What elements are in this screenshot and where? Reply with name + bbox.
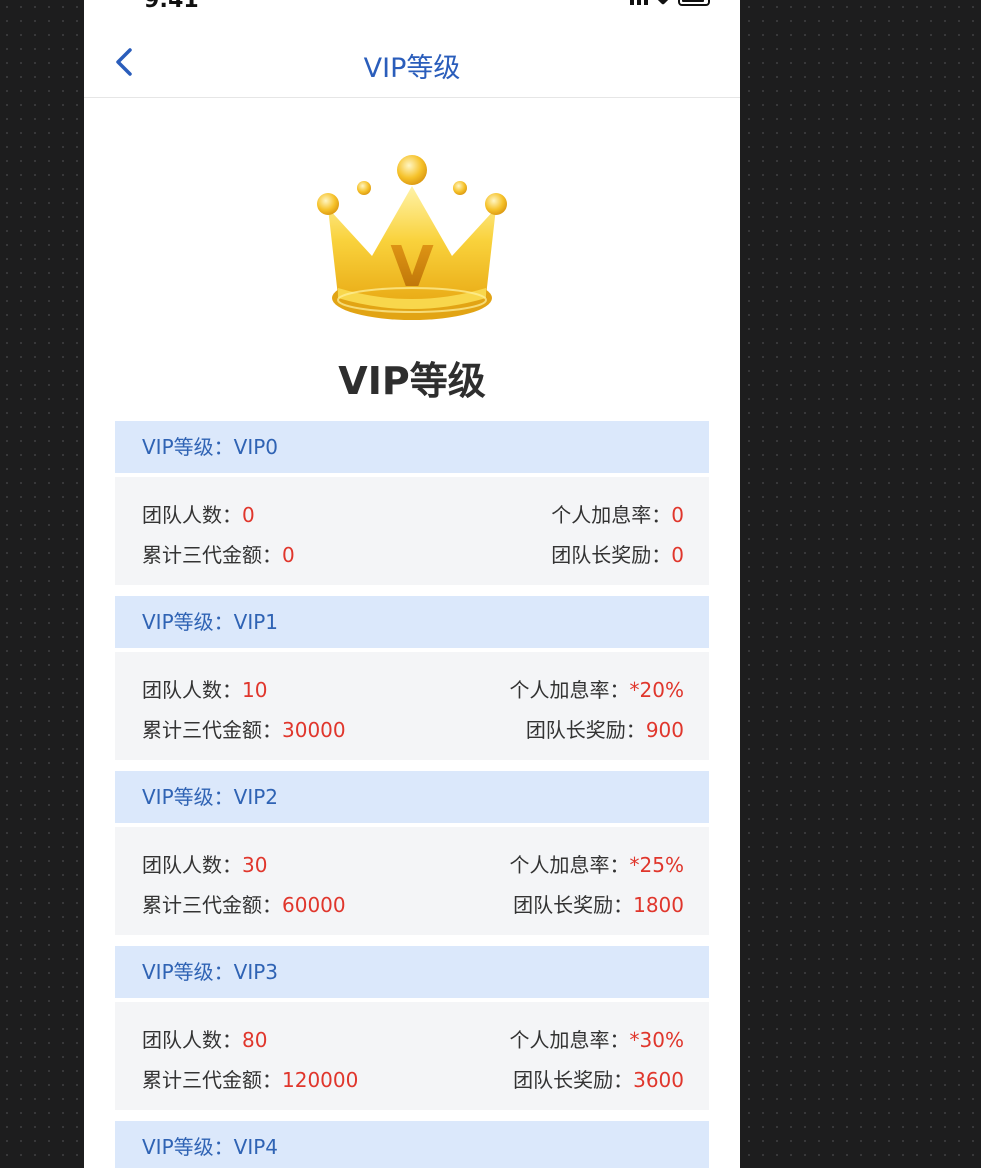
level-name: VIP1 bbox=[233, 610, 279, 634]
level-name: VIP2 bbox=[233, 785, 279, 809]
personal-rate: 个人加息率：*30% bbox=[509, 1028, 684, 1052]
page-title: VIP等级 bbox=[363, 53, 461, 84]
level-label: VIP等级： bbox=[142, 610, 234, 634]
battery-icon bbox=[678, 0, 710, 6]
vip-level-card: VIP等级：VIP4 bbox=[115, 1121, 709, 1168]
crown-icon: V bbox=[317, 155, 507, 320]
vip-level-header: VIP等级：VIP1 bbox=[115, 596, 709, 648]
level-name: VIP3 bbox=[233, 960, 279, 984]
leader-bonus: 团队长奖励：3600 bbox=[513, 1068, 684, 1092]
signal-icon bbox=[630, 0, 648, 5]
vip-level-details: 团队人数：30 个人加息率：*25% 累计三代金额：60000 团队长奖励：18… bbox=[115, 827, 709, 935]
team-count: 团队人数：30 bbox=[142, 853, 268, 877]
leader-bonus: 团队长奖励：0 bbox=[551, 543, 684, 567]
vip-level-card: VIP等级：VIP3 团队人数：80 个人加息率：*30% 累计三代金额：120… bbox=[115, 946, 709, 1110]
level-label: VIP等级： bbox=[142, 785, 234, 809]
hero-title: VIP等级 bbox=[338, 359, 486, 403]
personal-rate: 个人加息率：0 bbox=[551, 503, 684, 527]
vip-level-details: 团队人数：10 个人加息率：*20% 累计三代金额：30000 团队长奖励：90… bbox=[115, 652, 709, 760]
vip-level-card: VIP等级：VIP1 团队人数：10 个人加息率：*20% 累计三代金额：300… bbox=[115, 596, 709, 760]
cumulative-amount: 累计三代金额：0 bbox=[142, 543, 295, 567]
status-time: 9:41 bbox=[144, 0, 199, 13]
cumulative-amount: 累计三代金额：30000 bbox=[142, 718, 346, 742]
level-label: VIP等级： bbox=[142, 435, 234, 459]
phone-screen: 9:41 VIP等级 V VIP等级 VIP等级：VIP0 团队人数：0 个人加… bbox=[84, 0, 740, 1168]
vip-level-header: VIP等级：VIP4 bbox=[115, 1121, 709, 1168]
navigation-bar: VIP等级 bbox=[84, 26, 740, 98]
cumulative-amount: 累计三代金额：120000 bbox=[142, 1068, 359, 1092]
leader-bonus: 团队长奖励：900 bbox=[525, 718, 684, 742]
vip-level-header: VIP等级：VIP3 bbox=[115, 946, 709, 998]
team-count: 团队人数：0 bbox=[142, 503, 255, 527]
personal-rate: 个人加息率：*25% bbox=[509, 853, 684, 877]
vip-level-details: 团队人数：0 个人加息率：0 累计三代金额：0 团队长奖励：0 bbox=[115, 477, 709, 585]
level-label: VIP等级： bbox=[142, 1135, 234, 1159]
vip-level-details: 团队人数：80 个人加息率：*30% 累计三代金额：120000 团队长奖励：3… bbox=[115, 1002, 709, 1110]
personal-rate: 个人加息率：*20% bbox=[509, 678, 684, 702]
level-name: VIP0 bbox=[233, 435, 279, 459]
crown-letter: V bbox=[390, 235, 434, 300]
level-label: VIP等级： bbox=[142, 960, 234, 984]
status-bar: 9:41 bbox=[84, 0, 740, 20]
cumulative-amount: 累计三代金额：60000 bbox=[142, 893, 346, 917]
status-icons bbox=[630, 0, 710, 6]
vip-level-card: VIP等级：VIP0 团队人数：0 个人加息率：0 累计三代金额：0 团队长奖励… bbox=[115, 421, 709, 585]
vip-level-header: VIP等级：VIP0 bbox=[115, 421, 709, 473]
team-count: 团队人数：10 bbox=[142, 678, 268, 702]
team-count: 团队人数：80 bbox=[142, 1028, 268, 1052]
level-name: VIP4 bbox=[233, 1135, 279, 1159]
leader-bonus: 团队长奖励：1800 bbox=[513, 893, 684, 917]
vip-level-card: VIP等级：VIP2 团队人数：30 个人加息率：*25% 累计三代金额：600… bbox=[115, 771, 709, 935]
vip-level-header: VIP等级：VIP2 bbox=[115, 771, 709, 823]
wifi-icon bbox=[655, 0, 671, 6]
